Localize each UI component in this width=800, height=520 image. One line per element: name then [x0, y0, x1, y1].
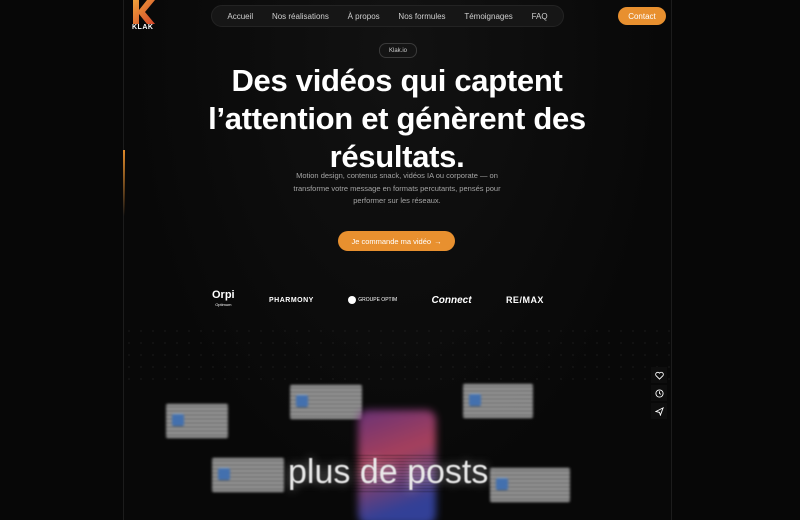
client-logo-pharmony: PHARMONY [269, 296, 314, 304]
blurred-post-card [290, 385, 362, 419]
blurred-post-card [212, 458, 284, 492]
share-button[interactable] [651, 403, 667, 419]
accent-line [123, 150, 125, 216]
heart-icon [654, 371, 664, 380]
client-logos: Orpi Optimum PHARMONY GROUPE OPTIM Conne… [212, 290, 544, 310]
client-logo-groupe-optim: GROUPE OPTIM [348, 296, 397, 304]
hero-title: Des vidéos qui captent l’attention et gé… [208, 63, 586, 174]
history-button[interactable] [651, 385, 667, 401]
client-logo-connect: Connect [431, 294, 472, 306]
blurred-post-card [166, 404, 228, 438]
clock-icon [654, 388, 664, 398]
groupe-optim-name: GROUPE OPTIM [358, 297, 398, 303]
hero-badge: Klak.io [379, 43, 417, 58]
nav-item-temoignages[interactable]: Témoignages [464, 12, 512, 21]
nav-item-a-propos[interactable]: À propos [348, 12, 380, 21]
blurred-post-card [463, 384, 533, 418]
side-actions [651, 367, 667, 419]
client-logo-remax: RE/MAX [505, 295, 544, 305]
blurred-post-card [490, 468, 570, 502]
showcase-overlay-text: plus de posts [288, 453, 489, 492]
client-logo-orpi: Orpi Optimum [212, 290, 235, 309]
nav-item-accueil[interactable]: Accueil [227, 12, 253, 21]
brand-name: KLAK [132, 24, 154, 31]
nav-item-realisations[interactable]: Nos réalisations [272, 12, 329, 21]
cta-label: Je commande ma vidéo [351, 236, 432, 246]
nav-item-faq[interactable]: FAQ [532, 12, 548, 21]
hero-subtitle: Motion design, contenus snack, vidéos IA… [293, 171, 501, 205]
orpi-sub: Optimum [215, 302, 232, 307]
arrow-right-icon: → [434, 236, 442, 246]
groupe-optim-icon [348, 296, 357, 304]
like-button[interactable] [651, 367, 667, 383]
main-nav: Accueil Nos réalisations À propos Nos fo… [211, 5, 564, 27]
order-video-button[interactable]: Je commande ma vidéo → [338, 231, 455, 251]
nav-item-formules[interactable]: Nos formules [398, 12, 445, 21]
video-showcase: plus de posts [160, 370, 590, 520]
contact-button[interactable]: Contact [618, 7, 666, 25]
send-icon [654, 406, 664, 416]
